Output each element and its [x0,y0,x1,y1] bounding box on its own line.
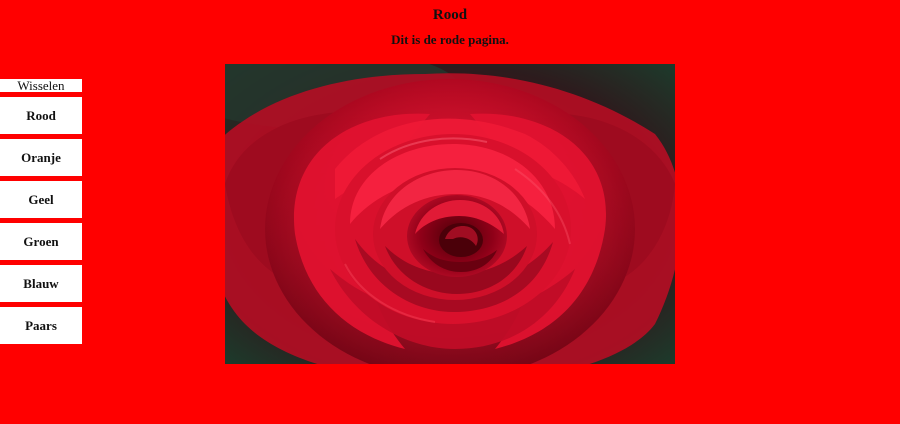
sidebar-header: Wisselen [0,79,82,92]
nav-button-groen[interactable]: Groen [0,223,82,260]
page-title: Rood [432,7,468,23]
nav-button-paars[interactable]: Paars [0,307,82,344]
rose-image [225,64,675,364]
nav-button-oranje[interactable]: Oranje [0,139,82,176]
sidebar: Wisselen Rood Oranje Geel Groen Blauw Pa… [0,79,82,349]
rose-icon [225,64,675,364]
nav-button-blauw[interactable]: Blauw [0,265,82,302]
nav-button-rood[interactable]: Rood [0,97,82,134]
page-subtitle: Dit is de rode pagina. [391,32,509,47]
nav-button-geel[interactable]: Geel [0,181,82,218]
